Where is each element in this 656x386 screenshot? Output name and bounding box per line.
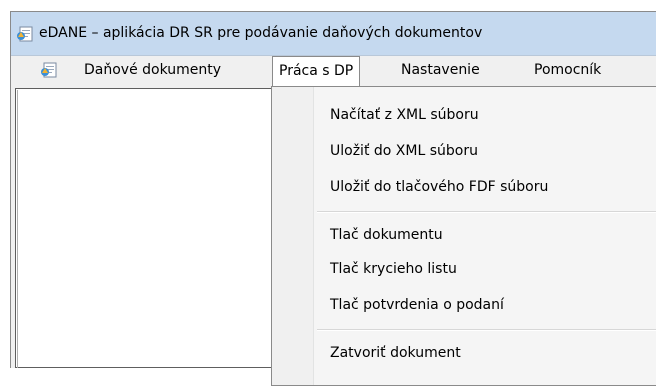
praca-s-dp-dropdown: Načítať z XML súboru Uložiť do XML súbor… bbox=[271, 86, 656, 386]
menu-item-zatvorit-dokument[interactable]: Zatvoriť dokument bbox=[330, 342, 461, 364]
title-bar[interactable]: eDANE – aplikácia DR SR pre podávanie da… bbox=[11, 12, 656, 55]
edane-app-icon[interactable] bbox=[16, 26, 34, 42]
menu-separator bbox=[317, 329, 656, 331]
menu-nastavenie[interactable]: Nastavenie bbox=[395, 56, 486, 85]
menu-item-tlac-dokumentu[interactable]: Tlač dokumentu bbox=[330, 224, 443, 246]
edane-menu-icon[interactable] bbox=[40, 62, 58, 78]
menu-separator bbox=[317, 211, 656, 213]
document-tree-panel[interactable] bbox=[15, 88, 275, 368]
menu-pomocnik[interactable]: Pomocník bbox=[528, 56, 607, 85]
menu-danove-dokumenty[interactable]: Daňové dokumenty bbox=[78, 56, 227, 85]
dropdown-icon-gutter bbox=[272, 87, 314, 385]
menu-item-tlac-krycieho-listu[interactable]: Tlač krycieho listu bbox=[330, 258, 457, 280]
menu-praca-s-dp[interactable]: Práca s DP bbox=[272, 56, 361, 86]
menu-item-ulozit-fdf[interactable]: Uložiť do tlačového FDF súboru bbox=[330, 176, 548, 198]
menu-item-nacitat-xml[interactable]: Načítať z XML súboru bbox=[330, 104, 479, 126]
window-title: eDANE – aplikácia DR SR pre podávanie da… bbox=[39, 25, 483, 41]
menu-item-tlac-potvrdenia[interactable]: Tlač potvrdenia o podaní bbox=[330, 294, 504, 316]
menu-item-ulozit-xml[interactable]: Uložiť do XML súboru bbox=[330, 140, 478, 162]
panel-inner-edge bbox=[17, 90, 18, 368]
menu-bar: Daňové dokumenty Práca s DP Nastavenie P… bbox=[11, 55, 656, 86]
